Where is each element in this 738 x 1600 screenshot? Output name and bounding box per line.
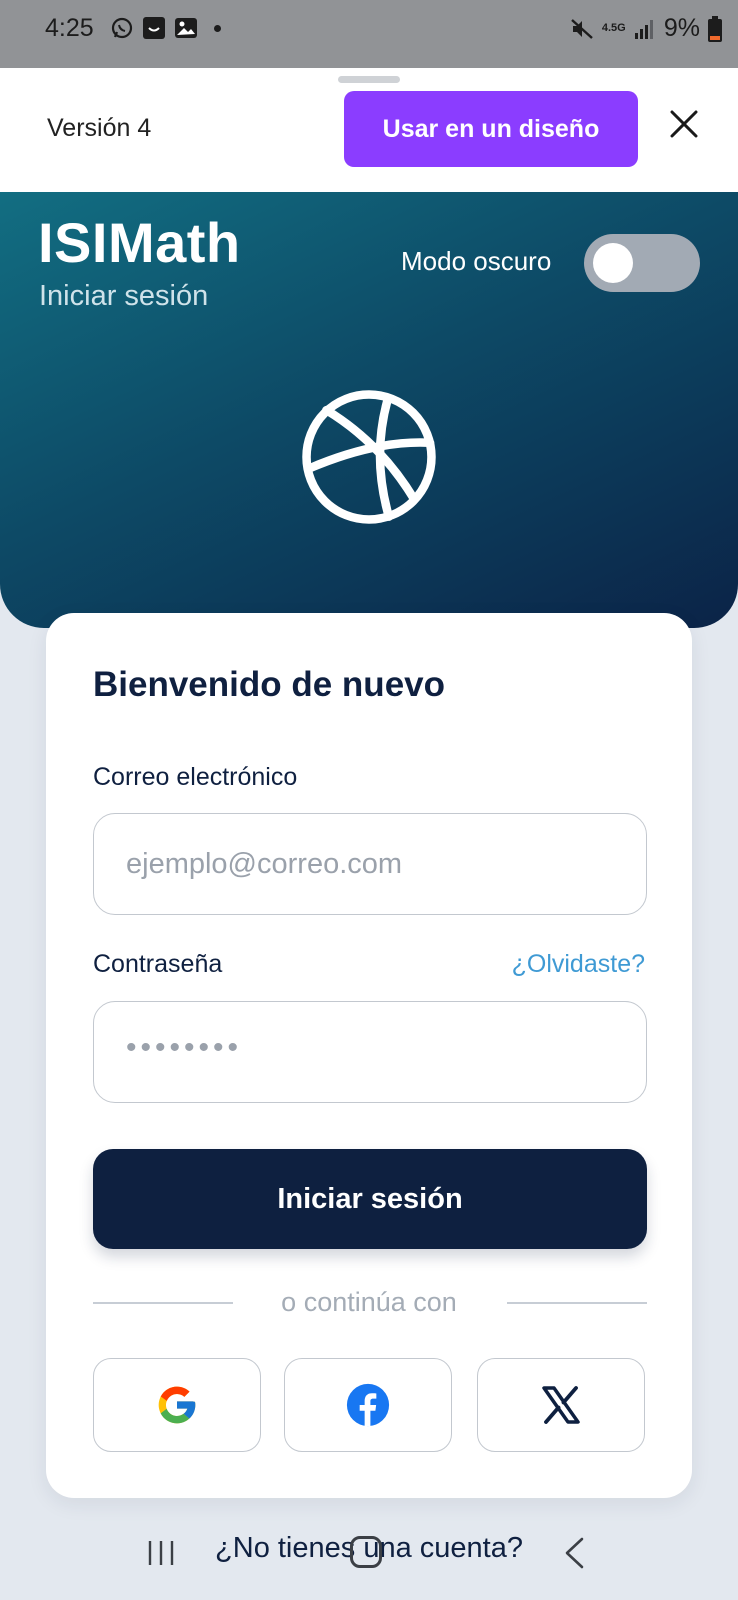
use-in-design-button[interactable]: Usar en un diseño	[344, 91, 638, 167]
password-label: Contraseña	[93, 950, 223, 978]
version-label: Versión 4	[47, 114, 152, 142]
facebook-icon	[346, 1383, 390, 1427]
whatsapp-icon	[111, 17, 133, 39]
network-icon: 4.5G	[601, 22, 626, 34]
status-bar: 4:25 4.5G 9%	[0, 0, 738, 68]
dark-mode-label: Modo oscuro	[401, 246, 552, 276]
recent-apps-icon[interactable]	[146, 1538, 176, 1568]
battery-icon	[708, 15, 722, 42]
battery-percent: 9%	[663, 14, 700, 42]
email-field[interactable]	[93, 813, 647, 915]
login-button[interactable]: Iniciar sesión	[93, 1149, 647, 1249]
page-subtitle: Iniciar sesión	[39, 280, 209, 312]
login-card: Bienvenido de nuevo Correo electrónico C…	[46, 613, 692, 1498]
close-icon[interactable]	[664, 104, 704, 144]
status-icons-left	[110, 16, 221, 40]
gallery-icon	[175, 18, 197, 38]
notification-dot	[214, 24, 221, 32]
x-login-button[interactable]	[477, 1358, 645, 1452]
welcome-heading: Bienvenido de nuevo	[93, 665, 445, 704]
forgot-password-link[interactable]: ¿Olvidaste?	[512, 950, 645, 979]
app-title: ISIMath	[38, 211, 241, 274]
status-icons-right: 4.5G 9%	[570, 14, 722, 43]
google-login-button[interactable]	[93, 1358, 261, 1452]
hero-header: ISIMath Iniciar sesión Modo oscuro	[0, 192, 738, 628]
divider-line	[507, 1302, 647, 1304]
dark-mode-toggle[interactable]	[584, 234, 700, 292]
mute-icon	[571, 18, 593, 39]
home-icon[interactable]	[350, 1536, 382, 1568]
password-masked-value: ••••••••	[126, 1031, 243, 1064]
basketball-icon	[302, 390, 436, 524]
x-icon	[542, 1386, 580, 1424]
google-icon	[158, 1386, 196, 1424]
sheet-header: Versión 4 Usar en un diseño	[0, 68, 738, 192]
app-icon	[143, 17, 165, 39]
back-icon[interactable]	[562, 1536, 586, 1570]
email-label: Correo electrónico	[93, 763, 298, 791]
status-time: 4:25	[45, 14, 94, 42]
facebook-login-button[interactable]	[284, 1358, 452, 1452]
toggle-knob	[593, 243, 633, 283]
sheet-grabber[interactable]	[338, 76, 400, 83]
signal-icon	[634, 19, 653, 39]
